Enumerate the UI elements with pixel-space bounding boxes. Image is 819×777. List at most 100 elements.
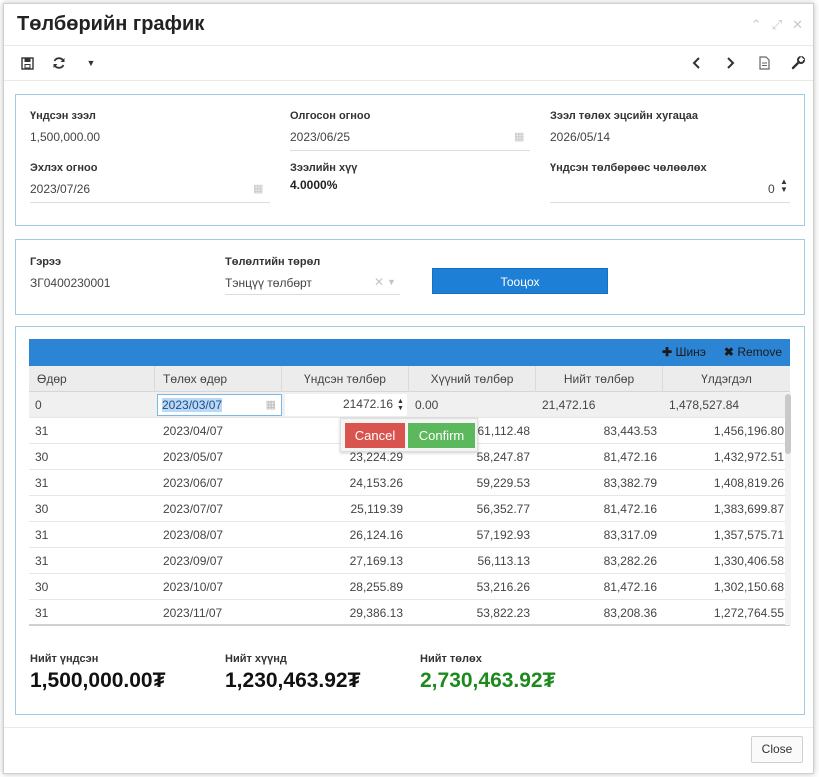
cell-total: 83,208.36: [603, 606, 657, 620]
save-icon[interactable]: [18, 54, 36, 72]
remove-row-button[interactable]: ✖ Remove: [724, 345, 782, 359]
table-toolbar: ✚ Шинэ ✖ Remove: [29, 339, 790, 366]
start-date-underline: [30, 202, 270, 203]
grace-field[interactable]: 0: [768, 182, 775, 196]
toolbar-right: [687, 54, 807, 72]
principal-input[interactable]: 21472.16: [285, 394, 407, 416]
loan-info-panel: Үндсэн зээл 1,500,000.00 Олгосон огноо 2…: [15, 94, 805, 226]
principal-label: Үндсэн зээл: [30, 110, 96, 122]
calculate-button[interactable]: Тооцох: [432, 268, 608, 294]
cell-interest: 53,216.26: [476, 580, 530, 594]
total-principal-value: 1,500,000.00₮: [30, 669, 166, 692]
grace-underline: [550, 202, 790, 203]
total-interest-label: Нийт хүүнд: [225, 653, 287, 665]
start-date-label: Эхлэх огноо: [30, 162, 98, 174]
table-header: Өдөр Төлөх өдөр Үндсэн төлбөр Хүүний төл…: [29, 366, 790, 392]
close-icon[interactable]: ✕: [792, 17, 803, 33]
table-row[interactable]: 31 2023/08/07 26,124.16 57,192.93 83,317…: [29, 522, 790, 548]
pay-date-input[interactable]: 2023/03/07 ▦: [157, 394, 282, 416]
next-icon[interactable]: [721, 54, 739, 72]
wrench-icon[interactable]: [789, 54, 807, 72]
calendar-icon[interactable]: ▦: [266, 395, 276, 415]
x-icon: ✖: [723, 345, 734, 359]
payment-type-select[interactable]: Тэнцүү төлбөрт: [225, 276, 312, 290]
start-date-field[interactable]: 2023/07/26: [30, 182, 90, 196]
clear-icon[interactable]: ✕: [374, 275, 384, 289]
col-interest[interactable]: Хүүний төлбөр: [409, 366, 536, 392]
table-row[interactable]: 30 2023/10/07 28,255.89 53,216.26 81,472…: [29, 574, 790, 600]
col-days[interactable]: Өдөр: [29, 366, 155, 392]
stepper-icon[interactable]: ▲ ▼: [397, 398, 404, 412]
calendar-icon[interactable]: ▦: [514, 130, 524, 143]
cell-days: 31: [35, 528, 49, 542]
dropdown-caret-icon[interactable]: ▼: [82, 54, 100, 72]
cell-days: 0: [35, 398, 42, 412]
payment-schedule-dialog: Төлбөрийн график ⌃ ⤢ ✕ ▼ Үндсэн зээл 1,5…: [3, 3, 814, 774]
total-principal-label: Нийт үндсэн: [30, 653, 99, 665]
cell-total: 83,382.79: [603, 476, 657, 490]
confirm-button[interactable]: Confirm: [408, 423, 475, 448]
issue-date-field[interactable]: 2023/06/25: [290, 130, 350, 144]
total-payment-label: Нийт төлөх: [420, 653, 482, 665]
cell-days: 30: [35, 580, 49, 594]
cell-interest: 53,822.23: [476, 606, 530, 620]
scrollbar-thumb[interactable]: [785, 394, 791, 454]
contract-label: Гэрээ: [30, 256, 62, 268]
contract-value: ЗГ0400230001: [30, 276, 111, 290]
cell-pay-date: 2023/08/07: [163, 528, 224, 542]
dialog-title: Төлбөрийн график: [17, 13, 205, 35]
cell-balance: 1,357,575.71: [713, 528, 784, 542]
cell-principal: 28,255.89: [349, 580, 403, 594]
cell-balance: 1,272,764.55: [713, 606, 784, 620]
cell-days: 30: [35, 502, 49, 516]
cell-balance: 1,330,406.58: [713, 554, 784, 568]
cell-total: 21,472.16: [542, 398, 596, 412]
cell-interest: 59,229.53: [476, 476, 530, 490]
cell-principal: 24,153.26: [349, 476, 403, 490]
close-button[interactable]: Close: [751, 736, 803, 763]
cell-pay-date: 2023/07/07: [163, 502, 224, 516]
refresh-icon[interactable]: [50, 54, 68, 72]
col-pay-date[interactable]: Төлөх өдөр: [155, 366, 282, 392]
title-divider: [4, 45, 813, 46]
col-balance[interactable]: Үлдэгдэл: [663, 366, 790, 392]
issue-date-underline: [290, 150, 530, 151]
table-row-editing[interactable]: 0 2023/03/07 ▦ 21472.16 ▲ ▼ 0.00 21,472.1…: [29, 392, 790, 418]
cell-pay-date: 2023/06/07: [163, 476, 224, 490]
cell-principal: 29,386.13: [349, 606, 403, 620]
cancel-button[interactable]: Cancel: [345, 423, 405, 448]
chevron-down-icon[interactable]: ▼: [387, 277, 396, 287]
maximize-icon[interactable]: ⤢: [772, 17, 782, 33]
cell-total: 83,443.53: [603, 424, 657, 438]
table-row[interactable]: 30 2023/07/07 25,119.39 56,352.77 81,472…: [29, 496, 790, 522]
toolbar-divider: [4, 80, 813, 81]
schedule-panel: ✚ Шинэ ✖ Remove Өдөр Төлөх өдөр Үндсэн т…: [15, 326, 805, 715]
total-interest-value: 1,230,463.92₮: [225, 669, 361, 692]
cell-pay-date: 2023/04/07: [163, 424, 224, 438]
cell-principal: 25,119.39: [350, 502, 404, 516]
cell-interest: 0.00: [415, 398, 439, 412]
cell-total: 81,472.16: [603, 502, 657, 516]
cell-total: 83,282.26: [603, 554, 657, 568]
document-icon[interactable]: [755, 54, 773, 72]
table-row[interactable]: 31 2023/06/07 24,153.26 59,229.53 83,382…: [29, 470, 790, 496]
collapse-icon[interactable]: ⌃: [751, 17, 762, 33]
payment-type-underline: [225, 294, 400, 295]
col-principal[interactable]: Үндсэн төлбөр: [282, 366, 409, 392]
cell-principal: 27,169.13: [349, 554, 403, 568]
total-payment-value: 2,730,463.92₮: [420, 669, 556, 692]
table-row[interactable]: 31 2023/09/07 27,169.13 56,113.13 83,282…: [29, 548, 790, 574]
table-scrollbar[interactable]: [785, 392, 791, 625]
previous-icon[interactable]: [687, 54, 705, 72]
cell-total: 83,317.09: [603, 528, 657, 542]
cell-days: 31: [35, 606, 49, 620]
cell-days: 31: [35, 476, 49, 490]
col-total[interactable]: Нийт төлбөр: [536, 366, 663, 392]
toolbar-left: ▼: [18, 54, 100, 72]
stepper-icon[interactable]: ▲ ▼: [780, 178, 788, 194]
term-value: 2026/05/14: [550, 130, 611, 144]
calendar-icon[interactable]: ▦: [253, 182, 263, 195]
table-row[interactable]: 31 2023/11/07 29,386.13 53,822.23 83,208…: [29, 600, 790, 625]
cell-balance: 1,383,699.87: [713, 502, 784, 516]
add-row-button[interactable]: ✚ Шинэ: [662, 345, 706, 359]
